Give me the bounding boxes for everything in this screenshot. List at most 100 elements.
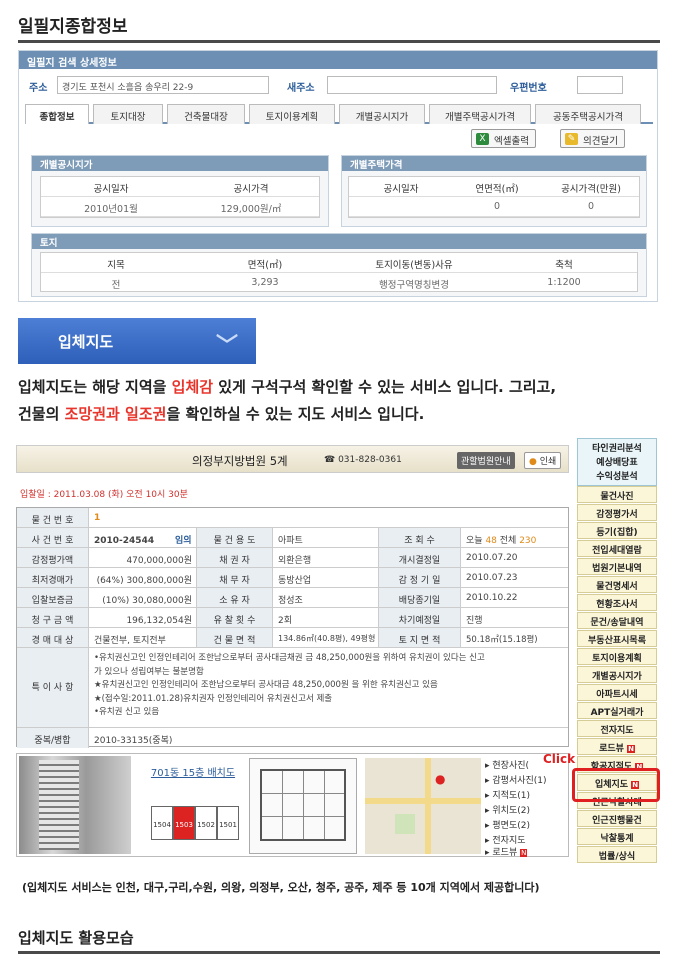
- highlight-text: 조망권과 일조권: [64, 405, 167, 423]
- sidebar-item[interactable]: 물건사진: [577, 486, 657, 503]
- row-label: 배당종기일: [379, 588, 461, 607]
- total-label: 전체: [499, 536, 517, 546]
- sidebar-item[interactable]: 부동산표시목록: [577, 630, 657, 647]
- table-cell: 2010년01월: [84, 204, 138, 215]
- link-roadview[interactable]: ▸ 로드뷰 N: [485, 848, 528, 858]
- add-opinion-button[interactable]: ✎ 의견달기: [560, 129, 625, 148]
- link-label: 감평서사진(1): [492, 776, 547, 786]
- row-label: 유 찰 횟 수: [197, 608, 273, 627]
- row-value: 2010.07.23: [466, 573, 518, 583]
- sidebar-item[interactable]: 문건/송달내역: [577, 612, 657, 629]
- row-label: 소 유 자: [197, 588, 273, 607]
- sidebar-item[interactable]: 전입세대열람: [577, 540, 657, 557]
- table-cell: [349, 197, 453, 217]
- sidebar-item[interactable]: 낙찰통계: [577, 828, 657, 845]
- map-road: [365, 798, 481, 804]
- tab-house-price[interactable]: 개별주택공시가격: [429, 104, 531, 124]
- sidebar-item[interactable]: 감정평가서: [577, 504, 657, 521]
- text: 건물의: [18, 405, 65, 423]
- sidebar-item[interactable]: APT실거래가: [577, 702, 657, 719]
- row-label: 특 이 사 항: [17, 648, 89, 727]
- sidebar-item[interactable]: 현황조사서: [577, 594, 657, 611]
- address-label: 주소: [29, 83, 48, 94]
- land-price-title: 개별공시지가: [32, 156, 328, 171]
- land-info-panel: 일필지 검색 상세정보 주소 경기도 포천시 소흘읍 송우리 22-9 새주소 …: [18, 50, 658, 302]
- note-line: ★(접수일:2011.01.28)유치권자 인정인테리어 유치권신고서 제출: [94, 693, 333, 704]
- row-label: 토 지 면 적: [379, 628, 461, 647]
- description-line-1: 입체지도는 해당 지역을 입체감 있게 구석구석 확인할 수 있는 서비스 입니…: [18, 374, 668, 401]
- land-price-table: 공시일자 공시가격 2010년01월 129,000원/㎡: [40, 176, 320, 218]
- highlight-box: [572, 768, 660, 802]
- row-value: 470,000,000원: [89, 548, 197, 567]
- tab-apartment-price[interactable]: 공동주택공시가격: [535, 104, 641, 124]
- table-row: 사 건 번 호 2010-24544 임의 물 건 용 도 아파트 조 회 수 …: [17, 528, 568, 548]
- court-header: 의정부지방법원 5계 ☎ 031-828-0361 관할법원안내 ● 인쇄: [16, 445, 569, 473]
- tab-land-use-plan[interactable]: 토지이용계획: [249, 104, 335, 124]
- house-price-table: 공시일자 연면적(㎡) 공시가격(만원) 0 0: [348, 176, 640, 218]
- section-title: 입체지도 활용모습: [18, 929, 134, 947]
- sidebar-item[interactable]: 전자지도: [577, 720, 657, 737]
- table-row: 청 구 금 액 196,132,054원 유 찰 횟 수 2회 차기예정일 진행: [17, 608, 568, 628]
- tab-land-price[interactable]: 개별공시지가: [339, 104, 425, 124]
- row-value: 50.18㎡(15.18평): [466, 635, 538, 645]
- building-photo[interactable]: [19, 756, 131, 854]
- land-title: 토지: [32, 234, 646, 249]
- sidebar-item[interactable]: 토지이용계획: [577, 648, 657, 665]
- tab-building-register[interactable]: 건축물대장: [167, 104, 245, 124]
- section-banner-label: 입체지도: [58, 333, 114, 351]
- sidebar-item[interactable]: 아파트시세: [577, 684, 657, 701]
- link-appraisal-photo[interactable]: ▸ 감평서사진(1): [485, 773, 547, 786]
- sidebar-item-roadview[interactable]: 로드뷰 N: [577, 738, 657, 755]
- sidebar-analysis-group[interactable]: 타인권리분석 예상배당표 수익성분석: [577, 438, 657, 486]
- court-name: 의정부지방법원 5계: [192, 454, 288, 468]
- sidebar-item[interactable]: 법률/상식: [577, 846, 657, 863]
- zip-label: 우편번호: [510, 83, 547, 94]
- footnote: (입체지도 서비스는 인천, 대구,구리,수원, 의왕, 의정부, 오산, 청주…: [22, 881, 540, 894]
- table-row: 전 3,293 행정구역명칭변경 1:1200: [41, 273, 637, 293]
- sidebar-item[interactable]: 물건명세서: [577, 576, 657, 593]
- row-label: 청 구 금 액: [17, 608, 89, 627]
- tab-overview[interactable]: 종합정보: [25, 104, 89, 124]
- print-label: 인쇄: [539, 457, 557, 467]
- link-site-photo[interactable]: ▸ 현장사진(: [485, 758, 529, 771]
- row-value: (10%) 30,080,000원: [89, 588, 197, 607]
- address-field[interactable]: 경기도 포천시 소흘읍 송우리 22-9: [57, 76, 269, 94]
- new-badge-icon: N: [520, 849, 528, 857]
- court-info-button[interactable]: 관할법원안내: [457, 452, 515, 469]
- court-phone: ☎ 031-828-0361: [324, 455, 402, 465]
- sidebar-item[interactable]: 인근진행물건: [577, 810, 657, 827]
- new-address-field[interactable]: [327, 76, 497, 94]
- table-row: 0 0: [349, 197, 639, 217]
- location-map-thumbnail[interactable]: ●: [365, 758, 481, 854]
- sidebar-item[interactable]: 개별공시지가: [577, 666, 657, 683]
- link-cadastral-map[interactable]: ▸ 지적도(1): [485, 788, 530, 801]
- link-location-map[interactable]: ▸ 위치도(2): [485, 803, 530, 816]
- sidebar-item[interactable]: 법원기본내역: [577, 558, 657, 575]
- sidebar-item[interactable]: 등기(집합): [577, 522, 657, 539]
- table-cell: 0: [587, 201, 595, 212]
- excel-export-button[interactable]: X 엑셀출력: [471, 129, 536, 148]
- case-type-link[interactable]: 임의: [175, 536, 192, 546]
- table-header: 공시일자: [383, 184, 419, 195]
- sidebar-item-label: 로드뷰: [599, 744, 624, 754]
- row-label: 건 물 면 적: [197, 628, 273, 647]
- row-value: (64%) 300,800,000원: [89, 568, 197, 587]
- link-label: 전자지도: [492, 836, 526, 846]
- case-number-value: 2010-24544: [94, 536, 155, 546]
- row-label: 최저경매가: [17, 568, 89, 587]
- map-park: [395, 814, 415, 834]
- tab-land-register[interactable]: 토지대장: [93, 104, 163, 124]
- row-label: 조 회 수: [379, 528, 461, 547]
- link-electronic-map[interactable]: ▸ 전자지도: [485, 833, 526, 846]
- link-floor-plan[interactable]: ▸ 평면도(2): [485, 818, 530, 831]
- table-cell: 전: [111, 280, 121, 291]
- floor-plan-thumbnail[interactable]: [249, 758, 357, 854]
- row-value: 2회: [273, 608, 379, 627]
- print-button[interactable]: ● 인쇄: [524, 452, 562, 469]
- table-row: 감정평가액 470,000,000원 채 권 자 외환은행 개시결정일 2010…: [17, 548, 568, 568]
- unit-cell: 1504: [151, 806, 173, 840]
- unit-layout: 1504 1503 1502 1501: [151, 806, 239, 840]
- address-row: 주소 경기도 포천시 소흘읍 송우리 22-9 새주소 우편번호: [19, 75, 657, 97]
- zip-field[interactable]: [577, 76, 623, 94]
- row-label: 사 건 번 호: [17, 528, 89, 547]
